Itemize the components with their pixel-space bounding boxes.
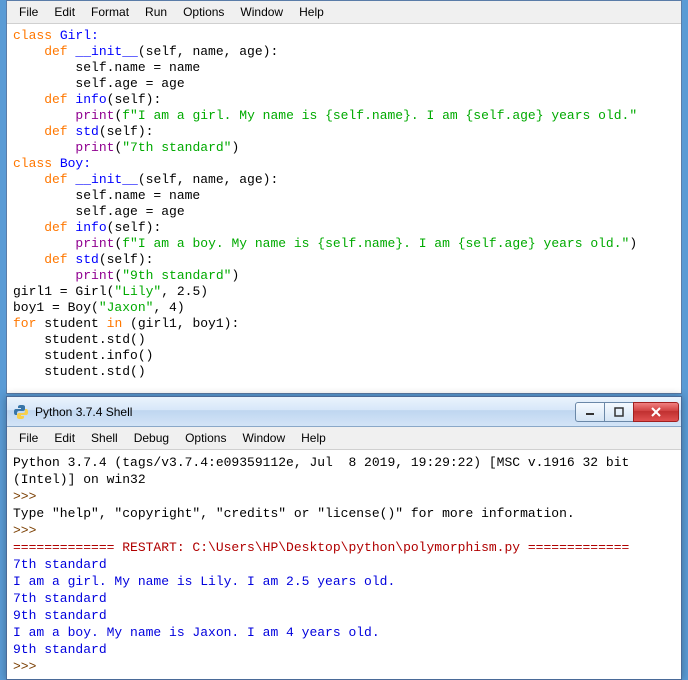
shell-line: >>> [13, 523, 44, 538]
editor-menubar: File Edit Format Run Options Window Help [7, 1, 681, 24]
code-token [13, 108, 75, 123]
code-token: def [13, 44, 75, 59]
code-token: ) [200, 284, 208, 299]
code-token [13, 140, 75, 155]
shell-menu-options[interactable]: Options [177, 429, 234, 447]
code-token: self.age = age [13, 204, 185, 219]
shell-line: 7th standard [13, 591, 107, 606]
code-token: self.name = name [13, 188, 200, 203]
minimize-button[interactable] [575, 402, 605, 422]
code-token: (girl1, boy1): [130, 316, 239, 331]
shell-line: 9th standard [13, 608, 107, 623]
code-token: def [13, 220, 75, 235]
shell-line: >>> [13, 659, 44, 674]
code-token: 2.5 [177, 284, 200, 299]
shell-line: >>> [13, 489, 44, 504]
code-token: std [75, 252, 98, 267]
code-token: , [153, 300, 169, 315]
code-token: ) [231, 268, 239, 283]
code-token: self.name = name [13, 60, 200, 75]
code-token: student.std() [13, 332, 146, 347]
menu-format[interactable]: Format [83, 3, 137, 21]
shell-line: ============= RESTART: C:\Users\HP\Deskt… [13, 540, 629, 555]
code-token: for [13, 316, 44, 331]
code-token: std [75, 124, 98, 139]
code-token: "9th standard" [122, 268, 231, 283]
code-token: in [107, 316, 130, 331]
shell-line: I am a boy. My name is Jaxon. I am 4 yea… [13, 625, 380, 640]
shell-menu-edit[interactable]: Edit [46, 429, 83, 447]
shell-menu-window[interactable]: Window [234, 429, 293, 447]
shell-menu-debug[interactable]: Debug [126, 429, 177, 447]
code-token: (self, name, age): [138, 172, 278, 187]
menu-run[interactable]: Run [137, 3, 175, 21]
code-token: f"I am a boy. My name is {self.name}. I … [122, 236, 629, 251]
code-token: (self): [99, 252, 154, 267]
shell-menubar: File Edit Shell Debug Options Window Hel… [7, 427, 681, 450]
code-token: f"I am a girl. My name is {self.name}. I… [122, 108, 637, 123]
code-token: student.info() [13, 348, 153, 363]
code-token: def [13, 252, 75, 267]
code-token: student.std() [13, 364, 146, 379]
menu-window[interactable]: Window [232, 3, 291, 21]
shell-menu-help[interactable]: Help [293, 429, 334, 447]
code-token: self.age = age [13, 76, 185, 91]
code-token: 4 [169, 300, 177, 315]
code-token: print [75, 268, 114, 283]
code-token: def [13, 172, 75, 187]
code-token: , [161, 284, 177, 299]
code-token: print [75, 108, 114, 123]
code-token: def [13, 92, 75, 107]
code-token: (self): [99, 124, 154, 139]
code-token: class [13, 28, 60, 43]
window-buttons [576, 402, 679, 422]
code-token [13, 268, 75, 283]
code-token: print [75, 140, 114, 155]
code-token: (self): [107, 92, 162, 107]
maximize-button[interactable] [604, 402, 634, 422]
editor-code-area[interactable]: class Girl: def __init__(self, name, age… [7, 24, 681, 384]
code-token: ) [231, 140, 239, 155]
shell-window: Python 3.7.4 Shell File Edit Shell Debug… [6, 396, 682, 680]
close-button[interactable] [633, 402, 679, 422]
code-token [13, 236, 75, 251]
code-token: girl1 = Girl( [13, 284, 114, 299]
code-token: __init__ [75, 44, 137, 59]
code-token: (self): [107, 220, 162, 235]
code-token: ) [629, 236, 637, 251]
shell-line: Type "help", "copyright", "credits" or "… [13, 506, 575, 521]
code-token: "Lily" [114, 284, 161, 299]
code-token: boy1 = Boy( [13, 300, 99, 315]
shell-line: 7th standard [13, 557, 107, 572]
code-token: (self, name, age): [138, 44, 278, 59]
python-icon [13, 404, 29, 420]
code-token: student [44, 316, 106, 331]
shell-menu-shell[interactable]: Shell [83, 429, 126, 447]
shell-line: 9th standard [13, 642, 107, 657]
shell-output-area[interactable]: Python 3.7.4 (tags/v3.7.4:e09359112e, Ju… [7, 450, 681, 679]
code-token: info [75, 220, 106, 235]
code-token: def [13, 124, 75, 139]
code-token: print [75, 236, 114, 251]
menu-edit[interactable]: Edit [46, 3, 83, 21]
shell-line: Python 3.7.4 (tags/v3.7.4:e09359112e, Ju… [13, 455, 637, 487]
code-token: "Jaxon" [99, 300, 154, 315]
code-token: __init__ [75, 172, 137, 187]
code-token: Boy: [60, 156, 91, 171]
shell-line: I am a girl. My name is Lily. I am 2.5 y… [13, 574, 395, 589]
menu-help[interactable]: Help [291, 3, 332, 21]
shell-title: Python 3.7.4 Shell [35, 405, 576, 419]
menu-options[interactable]: Options [175, 3, 232, 21]
editor-window: File Edit Format Run Options Window Help… [6, 0, 682, 394]
code-token: class [13, 156, 60, 171]
code-token: info [75, 92, 106, 107]
shell-titlebar[interactable]: Python 3.7.4 Shell [7, 397, 681, 427]
code-token: ) [177, 300, 185, 315]
code-token: "7th standard" [122, 140, 231, 155]
code-token: Girl: [60, 28, 99, 43]
menu-file[interactable]: File [11, 3, 46, 21]
shell-menu-file[interactable]: File [11, 429, 46, 447]
